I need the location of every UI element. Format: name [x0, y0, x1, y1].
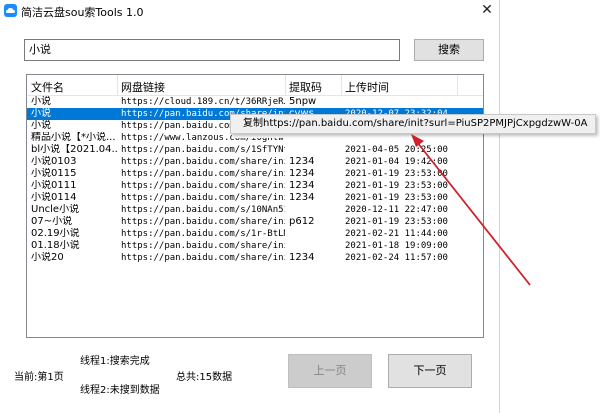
prev-page-button[interactable]: 上一页	[288, 354, 372, 388]
cell-link: https://pan.baidu.com/share/ini...	[121, 181, 285, 191]
cell-time: 2021-01-04 19:42:00	[345, 157, 448, 167]
cell-link: https://pan.baidu.com/share/ini...	[121, 253, 285, 263]
cell-link: https://pan.baidu.com/s/10NAn51...	[121, 205, 285, 215]
app-window: 简洁云盘sou索Tools 1.0 ✕ 小说 搜索 文件名 网盘链接 提取码 上…	[0, 0, 500, 413]
cell-filename: 小说0103	[31, 156, 77, 167]
context-menu-copy-item[interactable]: 复制https://pan.baidu.com/share/init?surl=…	[230, 114, 596, 134]
cell-time: 2021-02-24 11:57:00	[345, 253, 448, 263]
cell-time: 2021-01-19 23:53:00	[345, 217, 448, 227]
cloud-app-icon	[4, 4, 17, 17]
cell-filename: 01.18小说	[31, 240, 80, 251]
cell-code: 5npw	[289, 96, 317, 107]
table-row[interactable]: 小说20 https://pan.baidu.com/share/ini... 12…	[27, 252, 483, 264]
cell-filename: Uncle小说	[31, 204, 80, 215]
table-row[interactable]: 07~小说 https://pan.baidu.com/share/ini... p…	[27, 216, 483, 228]
cell-filename: 小说20	[31, 252, 64, 263]
cell-code: 1234	[289, 180, 315, 191]
cell-code: 1234	[289, 168, 315, 179]
cell-time: 2021-01-19 23:53:00	[345, 193, 448, 203]
title-bar: 简洁云盘sou索Tools 1.0 ✕	[0, 0, 499, 22]
cell-code: p612	[289, 216, 315, 227]
thread2-status: 线程2:未搜到数据	[80, 385, 160, 396]
close-button[interactable]: ✕	[476, 0, 498, 20]
cell-filename: 02.19小说	[31, 228, 80, 239]
thread1-status: 线程1:搜索完成	[80, 356, 150, 367]
table-row[interactable]: 小说 https://cloud.189.cn/t/36RRjeRJ... 5npw	[27, 96, 483, 108]
cell-code: 1234	[289, 156, 315, 167]
cell-code: 1234	[289, 192, 315, 203]
cell-link: https://pan.baidu.com/share/ini...	[121, 193, 285, 203]
cell-link: https://pan.baidu.com/share/ini...	[121, 241, 285, 251]
cell-link: https://pan.baidu.com/share/ini...	[121, 169, 285, 179]
cell-filename: 小说	[31, 96, 51, 107]
table-row[interactable]: 小说0115 https://pan.baidu.com/share/ini...…	[27, 168, 483, 180]
table-row[interactable]: 01.18小说 https://pan.baidu.com/share/ini..…	[27, 240, 483, 252]
cell-time: 2020-12-11 22:47:00	[345, 205, 448, 215]
next-page-button[interactable]: 下一页	[388, 354, 472, 388]
cell-time: 2021-04-05 20:25:00	[345, 145, 448, 155]
table-row[interactable]: bl小说【2021.04... https://pan.baidu.com/s/1…	[27, 144, 483, 156]
cell-time: 2021-01-19 23:53:00	[345, 181, 448, 191]
column-header-filename[interactable]: 文件名	[31, 79, 64, 95]
cell-time: 2021-01-19 23:53:00	[345, 169, 448, 179]
table-row[interactable]: 02.19小说 https://pan.baidu.com/s/1r-BtLM..…	[27, 228, 483, 240]
cell-filename: bl小说【2021.04...	[31, 144, 117, 155]
cell-link: https://pan.baidu.com/s/1r-BtLM...	[121, 229, 285, 239]
cell-filename: 07~小说	[31, 216, 73, 227]
column-divider	[457, 75, 458, 95]
column-header-code[interactable]: 提取码	[289, 79, 322, 95]
cell-filename: 小说	[31, 108, 51, 119]
cell-filename: 小说0111	[31, 180, 77, 191]
cell-link: https://pan.baidu.com/s/1SfTYNt...	[121, 145, 285, 155]
table-row[interactable]: 小说0114 https://pan.baidu.com/share/ini...…	[27, 192, 483, 204]
cell-time: 2021-01-18 19:09:00	[345, 241, 448, 251]
search-input[interactable]: 小说	[24, 39, 400, 61]
current-page-label: 当前:第1页	[14, 372, 64, 383]
table-row[interactable]: Uncle小说 https://pan.baidu.com/s/10NAn51..…	[27, 204, 483, 216]
column-divider	[341, 75, 342, 95]
search-button[interactable]: 搜索	[414, 39, 484, 61]
column-header-link[interactable]: 网盘链接	[121, 79, 165, 95]
cell-link: https://pan.baidu.com/share/ini...	[121, 217, 285, 227]
cell-code: 1234	[289, 252, 315, 263]
cell-time: 2021-02-21 11:44:00	[345, 229, 448, 239]
window-title: 简洁云盘sou索Tools 1.0	[21, 6, 144, 19]
column-divider	[285, 75, 286, 95]
cell-filename: 小说0115	[31, 168, 77, 179]
cell-link: https://cloud.189.cn/t/36RRjeRJ...	[121, 97, 285, 107]
table-row[interactable]: 小说0103 https://pan.baidu.com/share/ini...…	[27, 156, 483, 168]
table-header: 文件名 网盘链接 提取码 上传时间	[27, 75, 483, 96]
column-divider	[117, 75, 118, 95]
cell-filename: 小说	[31, 120, 51, 131]
cell-link: https://pan.baidu.com/share/ini...	[121, 157, 285, 167]
cell-filename: 小说0114	[31, 192, 77, 203]
table-row[interactable]: 小说0111 https://pan.baidu.com/share/ini...…	[27, 180, 483, 192]
cell-filename: 精品小说【*小说...	[31, 132, 116, 143]
total-count-label: 总共:15数据	[176, 372, 233, 383]
column-header-time[interactable]: 上传时间	[345, 79, 389, 95]
